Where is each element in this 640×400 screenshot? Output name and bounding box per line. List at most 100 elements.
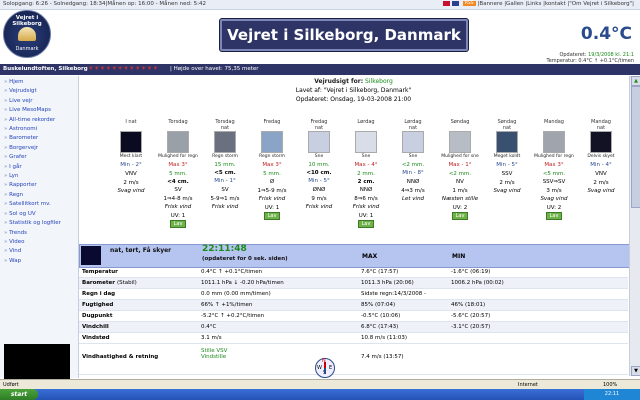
- row-max: 7.6°C (17:57): [361, 269, 399, 275]
- sidebar-item-video[interactable]: Video: [4, 238, 78, 247]
- current-time: 22:11:48: [202, 244, 247, 254]
- uk-flag-icon[interactable]: [451, 1, 459, 6]
- forecast-max: Max - 1°: [448, 162, 472, 168]
- zoom-level[interactable]: 100%: [603, 382, 617, 388]
- sidebar-item-lyn[interactable]: Lyn: [4, 172, 78, 181]
- sidebar-item-rapporter[interactable]: Rapporter: [4, 181, 78, 190]
- status-indicator-icons: ☀☀☀☀☀☀☀☀☀☀☀☀: [88, 65, 159, 72]
- row-label: Regn i dag: [82, 291, 115, 297]
- uv-level-badge: Lav: [545, 212, 563, 220]
- forecast-title: Vejrudsigt for: Silkeborg: [79, 78, 628, 85]
- forecast-wind-speed: 2 m/s: [593, 180, 609, 186]
- row-label-text: Temperatur: [82, 269, 118, 275]
- danish-flag-icon[interactable]: [442, 1, 450, 6]
- sidebar-item-borgervejr[interactable]: Borgervejr: [4, 144, 78, 153]
- windows-taskbar: start 22:11: [0, 389, 640, 400]
- row-min: 46% (18:01): [451, 302, 486, 308]
- row-now: 3.1 m/s: [201, 335, 222, 341]
- forecast-min: Min - 1°: [214, 178, 236, 184]
- forecast-day-name: Torsdag nat: [215, 119, 235, 131]
- current-conditions-bar: nat, tørt, Få skyer 22:11:48 (opdateret …: [79, 244, 630, 268]
- sidebar-item-statistik-og-logfiler[interactable]: Statistik og logfiler: [4, 219, 78, 228]
- forecast-desc: Delvis skyet: [587, 154, 615, 159]
- forecast-wind-speed: 2 m/s: [499, 180, 515, 186]
- row-max: 1011.3 hPa (20:06): [361, 280, 414, 286]
- forecast-wind-speed: 2 m/s: [123, 180, 139, 186]
- wind-compass-icon: NSWE: [315, 358, 335, 378]
- forecast-precip: 2 mm.: [357, 171, 375, 177]
- forecast-desc: Sne: [361, 154, 371, 159]
- forecast-uv: UV: 2: [546, 205, 562, 211]
- top-links: RSS |Bannere |Gallen |Links |kontakt |"Om…: [442, 1, 634, 7]
- row-now: 66% ↑ +1%/timen: [201, 302, 253, 308]
- forecast-wind-text: Svag vind: [493, 188, 521, 194]
- top-nav-links[interactable]: |Bannere |Gallen |Links |kontakt |"Om Ve…: [478, 1, 634, 7]
- row-now: 0.0 mm (0.00 mm/timen): [201, 291, 271, 297]
- sidebar-item-barometer[interactable]: Barometer: [4, 134, 78, 143]
- data-row: Vindstød 3.1 m/s 10.8 m/s (11:03): [79, 333, 628, 344]
- forecast-day: Søndag Mulighed for sne Max - 1° <2 mm. NV 1 …: [438, 119, 482, 220]
- sidebar-item-live-vejr[interactable]: Live vejr: [4, 97, 78, 106]
- forecast-wind-speed: 5-9⇒1 m/s: [210, 196, 240, 202]
- forecast-updated: Opdateret: Onsdag, 19-03-2008 21:00: [295, 96, 412, 103]
- sidebar-item-live-mesomaps[interactable]: Live MesoMaps: [4, 106, 78, 115]
- forecast-wind-dir: SSV: [501, 171, 513, 177]
- sidebar-item-astronomi[interactable]: Astronomi: [4, 125, 78, 134]
- weather-icon: [402, 131, 424, 153]
- forecast-max: Max - 4°: [354, 162, 378, 168]
- forecast-wind-speed: 4⇒3 m/s: [401, 188, 425, 194]
- weather-icon: [167, 131, 189, 153]
- top-info-strip: Solopgang: 6:26 - Solnedgang: 18:34|Måne…: [0, 0, 640, 10]
- sidebar-item-sol-og-uv[interactable]: Sol og UV: [4, 210, 78, 219]
- forecast-day-name: I nat: [125, 119, 137, 125]
- wind-row: Vindhastighed & retning Stille VSV Vinds…: [79, 344, 628, 375]
- header-update-info: Opdateret: 19/3/2008 kl. 21:1 Temperatur…: [494, 52, 635, 64]
- row-label: Fugtighed: [82, 302, 113, 308]
- forecast-wind-text: Frisk vind: [305, 204, 333, 210]
- sidebar-item-grafer[interactable]: Grafer: [4, 153, 78, 162]
- forecast-title-place[interactable]: Silkeborg: [365, 78, 393, 85]
- forecast-snow: <5 cm.: [214, 170, 236, 176]
- sidebar-item-vind[interactable]: Vind: [4, 247, 78, 256]
- sidebar-item-all-time-rekorder[interactable]: All-time rekorder: [4, 116, 78, 125]
- data-row: Regn i dag 0.0 mm (0.00 mm/timen) Sidste r…: [79, 289, 628, 300]
- forecast-wind-dir: SV: [221, 187, 229, 193]
- logo-text-top: Vejret i Silkeborg: [12, 15, 42, 27]
- sidebar-item-wap[interactable]: Wap: [4, 257, 78, 266]
- row-label-text: Barometer: [82, 280, 115, 286]
- scroll-down-icon[interactable]: ▼: [631, 366, 640, 376]
- row-label: Dugpunkt: [82, 313, 112, 319]
- wind-now: Stille VSV Vindstille: [201, 348, 227, 360]
- forecast-precip: 15 mm.: [214, 162, 236, 168]
- location-name: Buskelundtoften, Silkeborg: [3, 66, 88, 72]
- forecast-day-name: Søndag: [450, 119, 470, 125]
- row-max: 85% (07:04): [361, 302, 396, 308]
- forecast-day: Lørdag Sne Max - 4° 2 mm. 2 cm. NNØ 8⇒6 m/s Fri…: [344, 119, 388, 228]
- sidebar-item-hjem[interactable]: Hjem: [4, 78, 78, 87]
- site-logo[interactable]: Vejret i Silkeborg Danmark: [3, 10, 51, 58]
- row-label-text: Vindstød: [82, 335, 110, 341]
- scroll-thumb[interactable]: [631, 86, 640, 208]
- forecast-wind-speed: 1⇒5-9 m/s: [257, 188, 287, 194]
- sidebar-item-satellitkort-mv-[interactable]: Satellitkort mv.: [4, 200, 78, 209]
- scroll-up-icon[interactable]: ▲: [631, 76, 640, 86]
- sidebar-item-vejrudsigt[interactable]: Vejrudsigt: [4, 87, 78, 96]
- sidebar-item-i-går[interactable]: I går: [4, 163, 78, 172]
- forecast-day: Søndag nat Meget koldt Min - 5° SSV 2 m/s Sva…: [485, 119, 529, 196]
- start-button[interactable]: start: [0, 389, 38, 400]
- current-updated: (opdateret for 0 sek. siden): [202, 256, 288, 262]
- row-label-text: Vindchill: [82, 324, 109, 330]
- location-bar: Buskelundtoften, Silkeborg ☀☀☀☀☀☀☀☀☀☀☀☀ …: [0, 64, 640, 75]
- vertical-scrollbar[interactable]: ▲ ▼: [629, 76, 640, 376]
- sidebar-item-trends[interactable]: Trends: [4, 229, 78, 238]
- forecast-day: Torsdag nat Regn storm 15 mm. <5 cm. Min - 1…: [203, 119, 247, 212]
- sidebar-item-regn[interactable]: Regn: [4, 191, 78, 200]
- row-max: Sidste regn:14/3/2008 -: [361, 291, 426, 297]
- rss-button[interactable]: RSS: [462, 1, 476, 6]
- forecast-day: Mandag Mulighed for regn Max 3° <5 mm. SSV⇒S…: [532, 119, 576, 220]
- forecast-wind-dir: SV: [174, 187, 182, 193]
- forecast-snow: 2 cm.: [357, 179, 375, 185]
- row-now: 1011.1 hPa ↓ -0.20 hPa/timen: [201, 280, 284, 286]
- weather-icon: [355, 131, 377, 153]
- data-row: Dugpunkt -5.2°C ↑ +0.2°C/timen -0.5°C (10:…: [79, 311, 628, 322]
